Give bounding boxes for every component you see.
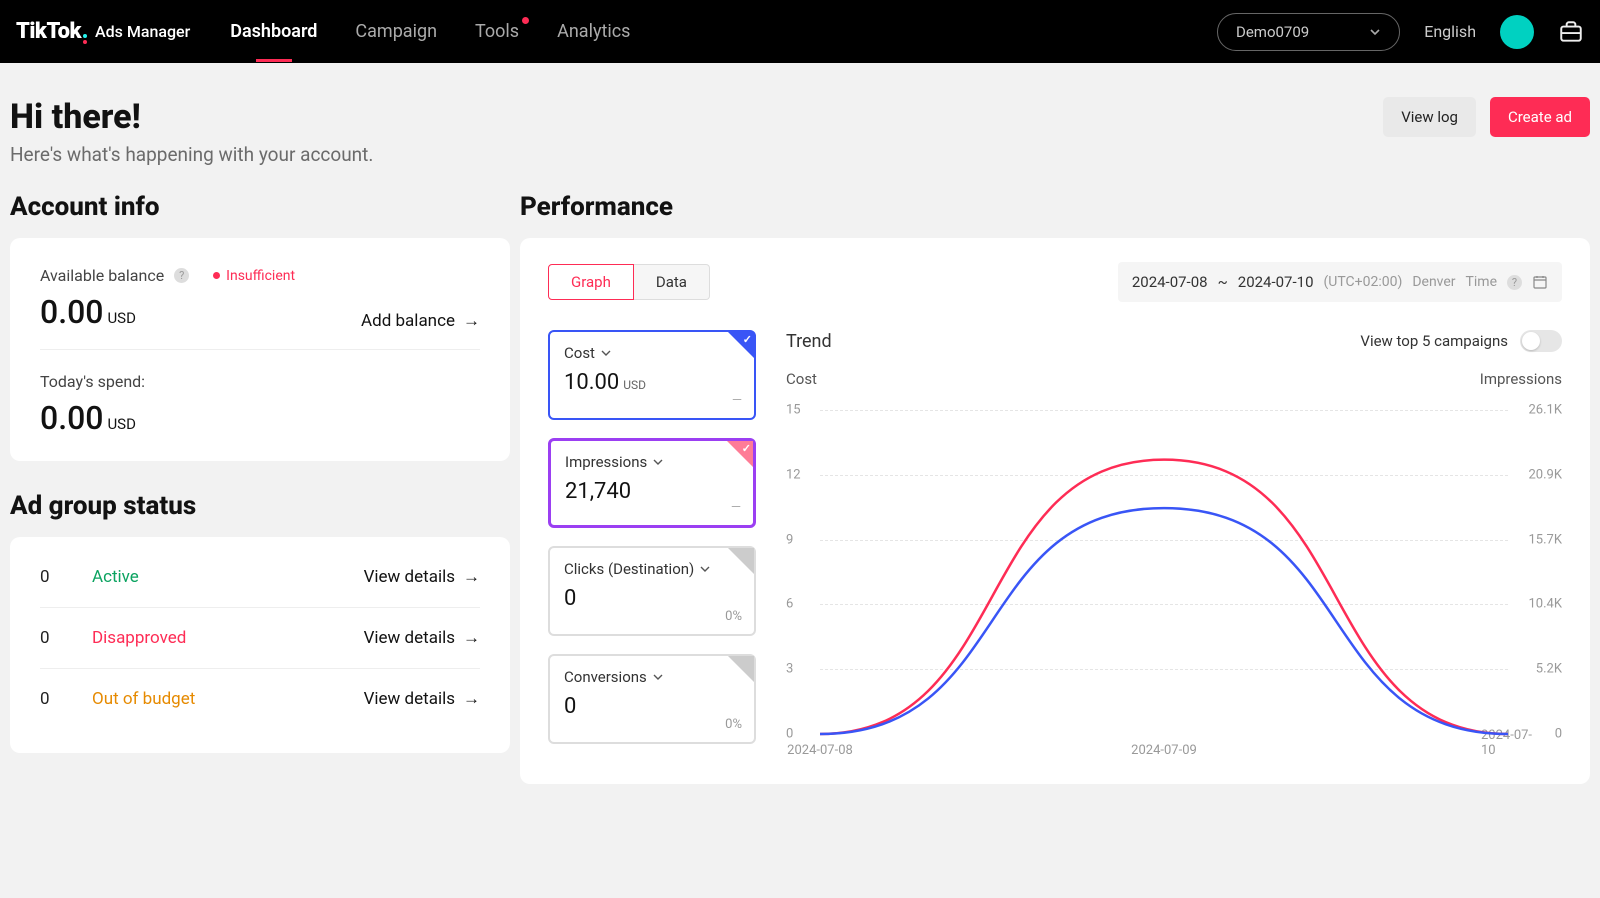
- ad-group-count: 0: [40, 567, 52, 587]
- chevron-down-icon: [653, 457, 663, 467]
- ad-group-status-label: Disapproved: [92, 628, 186, 648]
- tab-data[interactable]: Data: [634, 264, 710, 300]
- y-left-tick: 0: [786, 727, 793, 742]
- perf-tabs: Graph Data: [548, 264, 710, 300]
- y-right-tick: 0: [1555, 727, 1562, 742]
- date-city: Denver: [1412, 274, 1455, 290]
- insufficient-badge: Insufficient: [213, 268, 295, 284]
- ad-group-row: 0 Out of budget View details→: [40, 669, 480, 729]
- help-icon[interactable]: ?: [174, 268, 189, 283]
- date-to: 2024-07-10: [1238, 273, 1314, 291]
- y-right-tick: 20.9K: [1528, 467, 1562, 482]
- ad-group-status-label: Out of budget: [92, 689, 195, 709]
- chevron-down-icon: [700, 564, 710, 574]
- main-nav: Dashboard Campaign Tools Analytics: [230, 21, 630, 42]
- view-details-button[interactable]: View details→: [364, 628, 480, 648]
- arrow-right-icon: →: [463, 567, 480, 587]
- account-selector[interactable]: Demo0709: [1217, 13, 1400, 51]
- chart-lines: [820, 410, 1508, 734]
- avatar[interactable]: [1500, 15, 1534, 49]
- nav-analytics[interactable]: Analytics: [557, 21, 630, 42]
- today-spend-value: 0.00USD: [40, 399, 480, 437]
- y-right-tick: 15.7K: [1528, 532, 1562, 547]
- ad-group-count: 0: [40, 628, 52, 648]
- metric-card-clicks[interactable]: Clicks (Destination) 0 0%: [548, 546, 756, 636]
- available-balance-value: 0.00USD: [40, 293, 295, 331]
- y-right-tick: 26.1K: [1528, 403, 1562, 418]
- nav-tools[interactable]: Tools: [475, 21, 519, 42]
- ad-group-status-card: 0 Active View details→ 0 Disapproved View …: [10, 537, 510, 753]
- arrow-right-icon: →: [463, 311, 480, 331]
- nav-campaign[interactable]: Campaign: [355, 21, 437, 42]
- account-info-title: Account info: [10, 192, 510, 222]
- help-icon[interactable]: ?: [1507, 275, 1522, 290]
- y-left-tick: 6: [786, 597, 793, 612]
- brand-subtitle: Ads Manager: [95, 22, 190, 41]
- available-balance-label: Available balance: [40, 266, 164, 285]
- ad-group-status-label: Active: [92, 567, 139, 587]
- ad-group-count: 0: [40, 689, 52, 709]
- performance-card: Graph Data 2024-07-08 ~ 2024-07-10 (UTC+…: [520, 238, 1590, 784]
- account-info-card: Available balance ? Insufficient 0.00USD…: [10, 238, 510, 461]
- trend-title: Trend: [786, 331, 832, 352]
- page-subgreeting: Here's what's happening with your accoun…: [10, 143, 373, 166]
- metric-card-impressions[interactable]: ✓ Impressions 21,740 —: [548, 438, 756, 528]
- check-icon: ✓: [743, 333, 752, 346]
- date-from: 2024-07-08: [1132, 273, 1208, 291]
- date-range-picker[interactable]: 2024-07-08 ~ 2024-07-10 (UTC+02:00) Denv…: [1118, 262, 1562, 302]
- check-icon: ✓: [742, 442, 751, 455]
- tab-graph[interactable]: Graph: [548, 264, 634, 300]
- notification-dot-icon: [522, 17, 529, 24]
- view-top-campaigns-label: View top 5 campaigns: [1360, 332, 1508, 350]
- chevron-down-icon: [653, 672, 663, 682]
- create-ad-button[interactable]: Create ad: [1490, 97, 1590, 137]
- date-tz: (UTC+02:00): [1324, 274, 1403, 290]
- chevron-down-icon: [1369, 26, 1381, 38]
- ad-group-status-title: Ad group status: [10, 491, 510, 521]
- x-tick: 2024-07-09: [1131, 743, 1197, 758]
- brand-logo: TikTok: [16, 19, 89, 44]
- view-top-campaigns-toggle[interactable]: [1520, 330, 1562, 352]
- business-center-icon[interactable]: [1558, 19, 1584, 45]
- calendar-icon: [1532, 274, 1548, 290]
- view-log-button[interactable]: View log: [1383, 97, 1476, 137]
- top-right-cluster: Demo0709 English: [1217, 13, 1584, 51]
- language-selector[interactable]: English: [1424, 22, 1476, 41]
- ad-group-row: 0 Active View details→: [40, 547, 480, 608]
- trend-chart: Trend View top 5 campaigns Cost Impressi…: [786, 330, 1562, 758]
- y-left-tick: 3: [786, 662, 793, 677]
- chevron-down-icon: [601, 348, 611, 358]
- today-spend-label: Today's spend:: [40, 372, 480, 391]
- left-axis-label: Cost: [786, 370, 817, 388]
- y-right-tick: 5.2K: [1536, 662, 1562, 677]
- y-left-tick: 9: [786, 532, 793, 547]
- add-balance-button[interactable]: Add balance→: [361, 311, 480, 331]
- view-details-button[interactable]: View details→: [364, 689, 480, 709]
- date-sep: ~: [1218, 273, 1228, 291]
- top-bar: TikTok Ads Manager Dashboard Campaign To…: [0, 0, 1600, 63]
- arrow-right-icon: →: [463, 689, 480, 709]
- x-tick: 2024-07-08: [787, 743, 853, 758]
- view-details-button[interactable]: View details→: [364, 567, 480, 587]
- metric-card-cost[interactable]: ✓ Cost 10.00USD —: [548, 330, 756, 420]
- account-name: Demo0709: [1236, 23, 1309, 41]
- page-greeting: Hi there!: [10, 97, 373, 137]
- y-right-tick: 10.4K: [1528, 597, 1562, 612]
- y-left-tick: 12: [786, 467, 801, 482]
- y-left-tick: 15: [786, 403, 801, 418]
- ad-group-row: 0 Disapproved View details→: [40, 608, 480, 669]
- arrow-right-icon: →: [463, 628, 480, 648]
- metric-card-conversions[interactable]: Conversions 0 0%: [548, 654, 756, 744]
- nav-dashboard[interactable]: Dashboard: [230, 21, 317, 42]
- performance-title: Performance: [520, 192, 1590, 222]
- time-label: Time: [1466, 274, 1497, 290]
- right-axis-label: Impressions: [1480, 370, 1562, 388]
